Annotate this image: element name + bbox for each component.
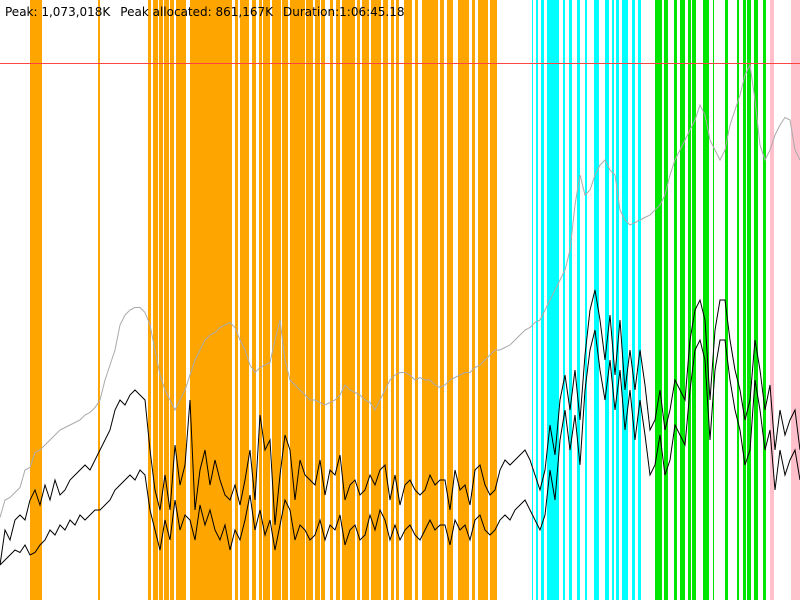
band-orange (263, 0, 270, 600)
peak-label: Peak: 1,073,018K (5, 5, 111, 19)
band-green (763, 0, 766, 600)
band-green (703, 0, 709, 600)
stats-header: Peak: 1,073,018K Peak allocated: 861,167K… (5, 4, 415, 20)
band-green (692, 0, 696, 600)
band-orange (472, 0, 475, 600)
band-green (664, 0, 668, 600)
band-green (655, 0, 662, 600)
band-orange (153, 0, 158, 600)
band-orange (422, 0, 438, 600)
band-cyan (541, 0, 544, 600)
band-cyan (632, 0, 635, 600)
peak-allocated-label: Peak allocated: 861,167K (120, 5, 273, 19)
activity-bands (30, 0, 800, 600)
band-green (713, 0, 714, 600)
band-orange (391, 0, 394, 600)
band-orange (330, 0, 333, 600)
band-pink (770, 0, 774, 600)
band-green (737, 0, 739, 600)
band-orange (490, 0, 497, 600)
band-cyan (569, 0, 572, 600)
band-cyan (563, 0, 565, 600)
band-orange (383, 0, 388, 600)
band-cyan (616, 0, 619, 600)
band-orange (458, 0, 469, 600)
band-green (747, 0, 751, 600)
band-green (754, 0, 758, 600)
band-pink (791, 0, 800, 600)
band-cyan (638, 0, 641, 600)
band-orange (357, 0, 360, 600)
band-orange (396, 0, 399, 600)
band-green (743, 0, 746, 600)
band-orange (176, 0, 186, 600)
band-cyan (612, 0, 614, 600)
band-orange (315, 0, 320, 600)
memory-chart (0, 0, 800, 600)
band-green (674, 0, 677, 600)
band-green (680, 0, 685, 600)
band-orange (164, 0, 169, 600)
band-cyan (622, 0, 628, 600)
band-green (688, 0, 691, 600)
band-orange (190, 0, 232, 600)
band-cyan (605, 0, 609, 600)
duration-label: Duration:1:06:45.18 (282, 5, 405, 19)
band-orange (321, 0, 325, 600)
band-orange (440, 0, 444, 600)
band-cyan (547, 0, 559, 600)
band-orange (290, 0, 305, 600)
band-orange (30, 0, 42, 600)
band-cyan (532, 0, 533, 600)
band-orange (240, 0, 249, 600)
band-cyan (577, 0, 580, 600)
band-orange (235, 0, 238, 600)
band-orange (404, 0, 412, 600)
band-orange (342, 0, 355, 600)
band-orange (336, 0, 340, 600)
band-orange (415, 0, 418, 600)
band-orange (362, 0, 369, 600)
band-orange (306, 0, 313, 600)
band-cyan (585, 0, 587, 600)
band-orange (478, 0, 488, 600)
band-cyan (536, 0, 538, 600)
